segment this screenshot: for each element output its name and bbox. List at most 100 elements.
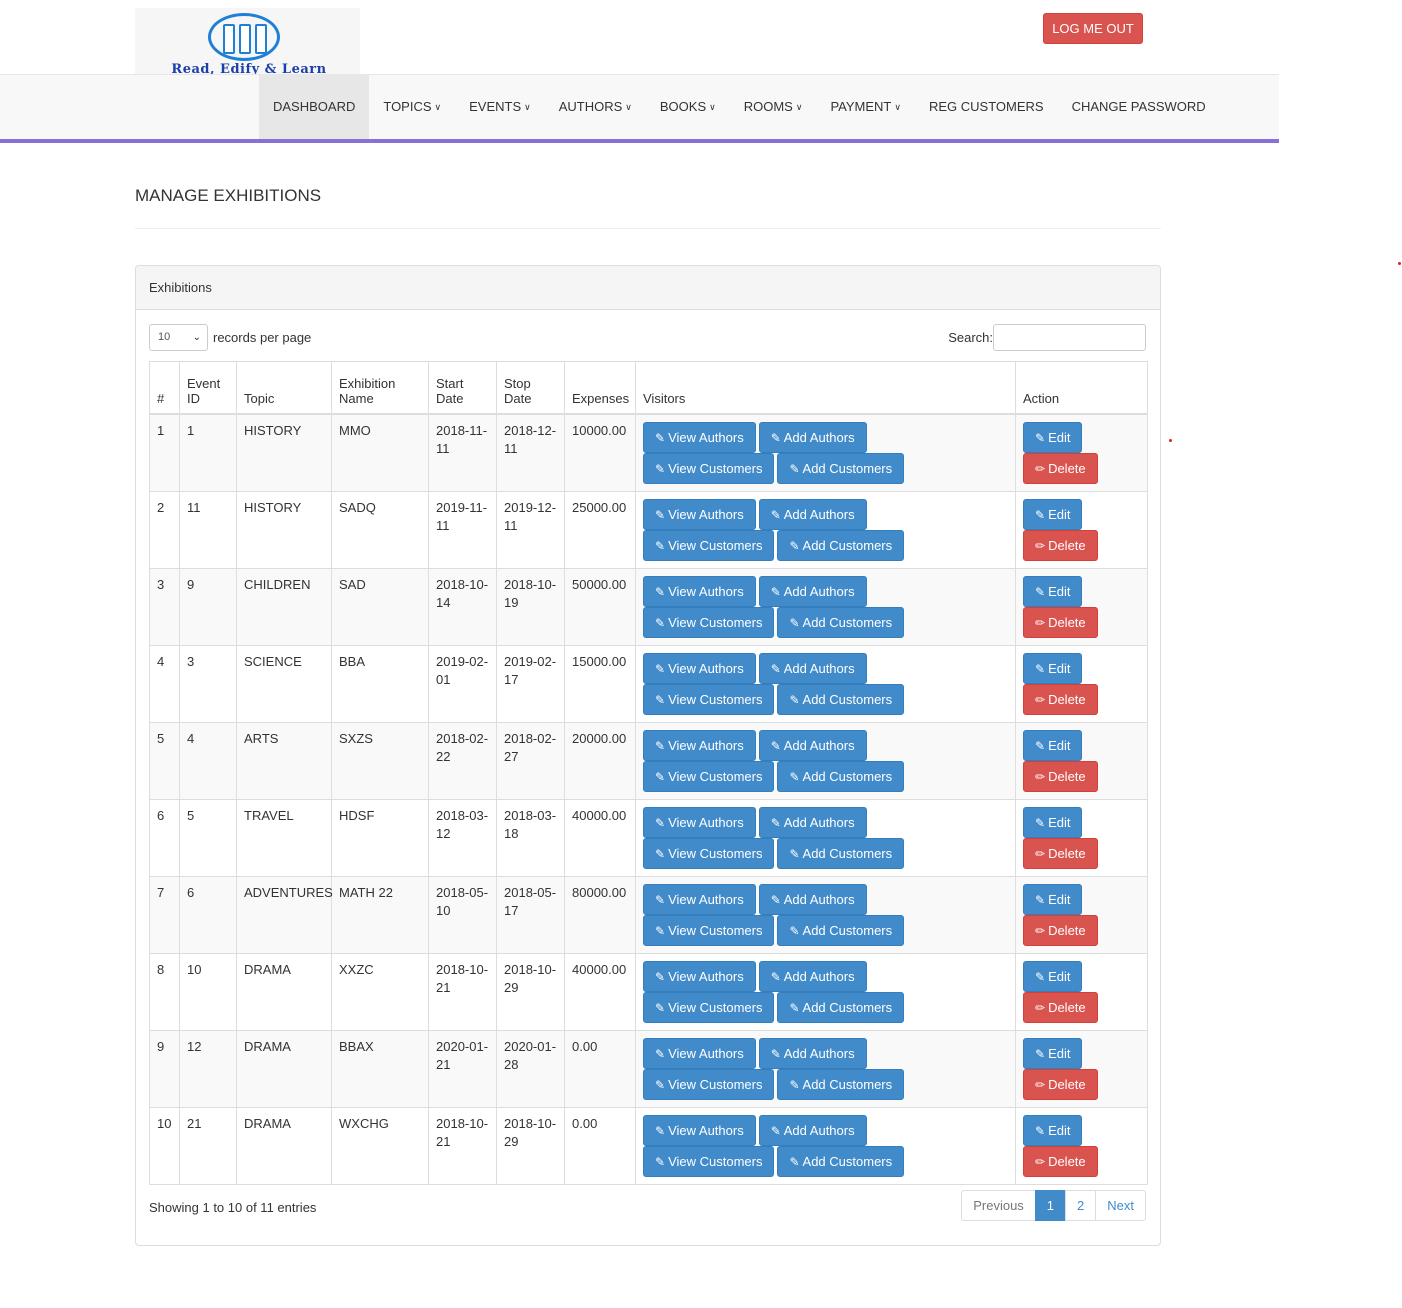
view-authors-button-label: View Authors (668, 814, 744, 830)
add-customers-button[interactable]: ✎ Add Customers (777, 991, 905, 1023)
visitors-button-row: ✎ View Customers ✎ Add Customers (643, 991, 1008, 1023)
pagination-page[interactable]: 2 (1065, 1190, 1097, 1221)
view-authors-button[interactable]: ✎ View Authors (643, 1114, 756, 1146)
delete-button[interactable]: ✏ Delete (1023, 606, 1098, 638)
title-divider (135, 228, 1161, 229)
view-customers-button[interactable]: ✎ View Customers (643, 529, 775, 561)
edit-button[interactable]: ✎ Edit (1023, 960, 1083, 992)
edit-icon: ✎ (655, 461, 666, 476)
add-authors-button[interactable]: ✎ Add Authors (758, 806, 867, 838)
visitors-button-row: ✎ View Customers ✎ Add Customers (643, 760, 1008, 792)
view-customers-button[interactable]: ✎ View Customers (643, 991, 775, 1023)
pagination-page[interactable]: 1 (1034, 1190, 1067, 1221)
view-customers-button[interactable]: ✎ View Customers (643, 1068, 775, 1100)
nav-item-authors[interactable]: AUTHORS ∨ (545, 75, 646, 139)
cell-event-id: 12 (179, 1029, 237, 1108)
nav-item-payment[interactable]: PAYMENT ∨ (816, 75, 915, 139)
edit-icon: ✎ (655, 584, 666, 599)
add-authors-button[interactable]: ✎ Add Authors (758, 498, 867, 530)
view-customers-button[interactable]: ✎ View Customers (643, 452, 775, 484)
view-authors-button[interactable]: ✎ View Authors (643, 883, 756, 915)
view-customers-button-label: View Customers (668, 537, 763, 553)
pagination-next[interactable]: Next (1095, 1190, 1146, 1221)
cell-stop: 2020-01-28 (496, 1029, 565, 1108)
add-authors-button[interactable]: ✎ Add Authors (758, 1114, 867, 1146)
nav-item-change-password[interactable]: CHANGE PASSWORD (1058, 75, 1220, 139)
delete-button[interactable]: ✏ Delete (1023, 914, 1098, 946)
panel-heading: Exhibitions (136, 266, 1160, 310)
add-authors-button-label: Add Authors (783, 814, 855, 830)
view-authors-button[interactable]: ✎ View Authors (643, 1037, 756, 1069)
pencil-icon: ✏ (1035, 692, 1046, 707)
view-authors-button[interactable]: ✎ View Authors (643, 806, 756, 838)
delete-button[interactable]: ✏ Delete (1023, 1145, 1098, 1177)
add-authors-button[interactable]: ✎ Add Authors (758, 575, 867, 607)
view-authors-button[interactable]: ✎ View Authors (643, 652, 756, 684)
view-customers-button[interactable]: ✎ View Customers (643, 760, 775, 792)
add-authors-button[interactable]: ✎ Add Authors (758, 883, 867, 915)
edit-button[interactable]: ✎ Edit (1023, 1114, 1083, 1146)
cell-num: 4 (149, 644, 180, 723)
add-customers-button[interactable]: ✎ Add Customers (777, 606, 905, 638)
nav-item-books[interactable]: BOOKS ∨ (646, 75, 730, 139)
delete-button[interactable]: ✏ Delete (1023, 452, 1098, 484)
pencil-icon: ✏ (1035, 923, 1046, 938)
view-customers-button[interactable]: ✎ View Customers (643, 914, 775, 946)
edit-button[interactable]: ✎ Edit (1023, 729, 1083, 761)
edit-button[interactable]: ✎ Edit (1023, 652, 1083, 684)
cell-num: 9 (149, 1029, 180, 1108)
nav-item-dashboard[interactable]: DASHBOARD (259, 75, 370, 139)
view-customers-button[interactable]: ✎ View Customers (643, 606, 775, 638)
add-authors-button[interactable]: ✎ Add Authors (758, 1037, 867, 1069)
edit-button[interactable]: ✎ Edit (1023, 421, 1083, 453)
add-customers-button[interactable]: ✎ Add Customers (777, 452, 905, 484)
view-customers-button[interactable]: ✎ View Customers (643, 683, 775, 715)
add-authors-button[interactable]: ✎ Add Authors (758, 652, 867, 684)
edit-button[interactable]: ✎ Edit (1023, 498, 1083, 530)
edit-button[interactable]: ✎ Edit (1023, 575, 1083, 607)
add-authors-button-label: Add Authors (783, 737, 855, 753)
view-authors-button[interactable]: ✎ View Authors (643, 729, 756, 761)
view-authors-button[interactable]: ✎ View Authors (643, 498, 756, 530)
nav-item-events[interactable]: EVENTS ∨ (455, 75, 545, 139)
add-authors-button[interactable]: ✎ Add Authors (758, 960, 867, 992)
nav-item-reg-customers[interactable]: REG CUSTOMERS (915, 75, 1058, 139)
visitors-button-row: ✎ View Authors ✎ Add Authors (643, 421, 1008, 453)
cell-start: 2019-11-11 (428, 490, 497, 569)
view-authors-button[interactable]: ✎ View Authors (643, 960, 756, 992)
table-row: 1 1 HISTORY MMO 2018-11-11 2018-12-11 10000.00… (149, 413, 1148, 492)
nav-item-rooms[interactable]: ROOMS ∨ (730, 75, 817, 139)
edit-button[interactable]: ✎ Edit (1023, 806, 1083, 838)
delete-button[interactable]: ✏ Delete (1023, 683, 1098, 715)
add-customers-button[interactable]: ✎ Add Customers (777, 529, 905, 561)
view-customers-button[interactable]: ✎ View Customers (643, 837, 775, 869)
add-authors-button[interactable]: ✎ Add Authors (758, 729, 867, 761)
add-customers-button[interactable]: ✎ Add Customers (777, 837, 905, 869)
add-customers-button[interactable]: ✎ Add Customers (777, 1145, 905, 1177)
pagination-previous[interactable]: Previous (961, 1190, 1036, 1221)
delete-button[interactable]: ✏ Delete (1023, 760, 1098, 792)
edit-icon: ✎ (770, 430, 781, 445)
add-customers-button[interactable]: ✎ Add Customers (777, 683, 905, 715)
view-authors-button[interactable]: ✎ View Authors (643, 575, 756, 607)
edit-button[interactable]: ✎ Edit (1023, 883, 1083, 915)
logout-button[interactable]: LOG ME OUT (1043, 13, 1143, 44)
records-per-page-select[interactable]: 10 ⌄ (149, 324, 208, 351)
visitors-button-row: ✎ View Authors ✎ Add Authors (643, 729, 1008, 761)
logo[interactable]: Read, Edify & Learn (135, 8, 360, 78)
add-authors-button[interactable]: ✎ Add Authors (758, 421, 867, 453)
view-authors-button[interactable]: ✎ View Authors (643, 421, 756, 453)
add-customers-button[interactable]: ✎ Add Customers (777, 1068, 905, 1100)
delete-button[interactable]: ✏ Delete (1023, 529, 1098, 561)
search-input[interactable] (993, 324, 1146, 351)
add-customers-button[interactable]: ✎ Add Customers (777, 914, 905, 946)
nav-item-topics[interactable]: TOPICS ∨ (369, 75, 455, 139)
add-customers-button[interactable]: ✎ Add Customers (777, 760, 905, 792)
edit-button[interactable]: ✎ Edit (1023, 1037, 1083, 1069)
add-customers-button-label: Add Customers (802, 1076, 893, 1092)
delete-button[interactable]: ✏ Delete (1023, 1068, 1098, 1100)
delete-button[interactable]: ✏ Delete (1023, 991, 1098, 1023)
column-header: Event ID (179, 361, 237, 415)
view-customers-button[interactable]: ✎ View Customers (643, 1145, 775, 1177)
delete-button[interactable]: ✏ Delete (1023, 837, 1098, 869)
